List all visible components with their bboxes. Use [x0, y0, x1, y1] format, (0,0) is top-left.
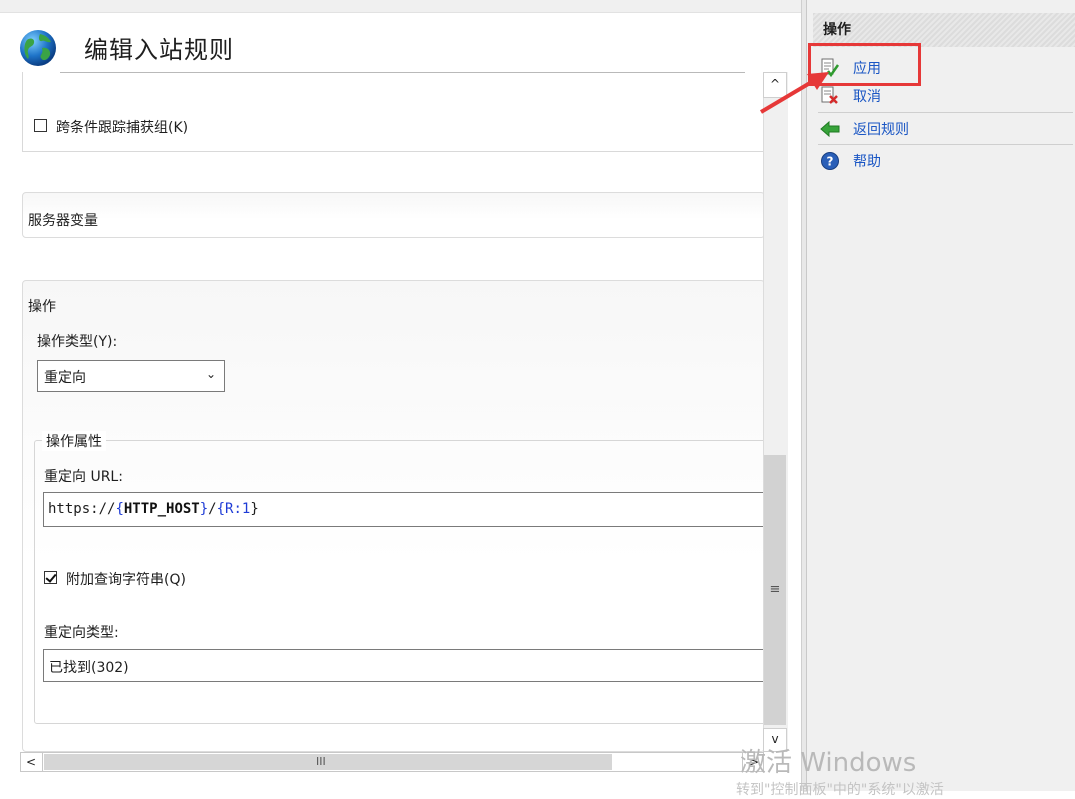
panel-border-bottom [22, 151, 763, 152]
annotation-arrow-icon [759, 72, 829, 114]
server-variables-section[interactable] [22, 192, 765, 238]
help-action[interactable]: ? 帮助 [818, 148, 1068, 174]
action-type-label: 操作类型(Y): [37, 334, 118, 350]
redirect-url-label: 重定向 URL: [44, 469, 123, 485]
scroll-grip-icon: ≡ [769, 582, 781, 597]
cancel-action[interactable]: 取消 [818, 83, 1068, 109]
back-arrow-icon [820, 120, 840, 138]
action-properties-legend: 操作属性 [42, 431, 106, 451]
help-icon: ? [821, 152, 839, 170]
track-captures-checkbox[interactable] [34, 119, 47, 132]
redirect-type-value: 已找到(302) [49, 660, 129, 676]
actions-pane-title: 操作 [823, 22, 851, 38]
top-strip [0, 0, 805, 13]
back-to-rules-action[interactable]: 返回规则 [818, 116, 1068, 142]
append-query-checkbox[interactable] [44, 571, 57, 584]
help-action-label: 帮助 [853, 154, 881, 170]
redirect-url-value: https://{HTTP_HOST}/{R:1} [48, 501, 259, 517]
activation-watermark-title: 激活 Windows [740, 748, 917, 778]
panel-border-left [22, 72, 23, 152]
action-type-select[interactable]: 重定向 ⌄ [37, 360, 225, 392]
redirect-type-select[interactable]: 已找到(302) [43, 649, 765, 682]
page-title: 编辑入站规则 [84, 36, 234, 64]
cancel-action-label: 取消 [853, 89, 881, 105]
scroll-left-button[interactable]: < [20, 752, 43, 772]
globe-icon [20, 30, 56, 66]
action-type-value: 重定向 [44, 370, 86, 386]
svg-text:?: ? [827, 155, 834, 169]
actions-separator [818, 144, 1073, 145]
back-to-rules-label: 返回规则 [853, 122, 909, 138]
append-query-label: 附加查询字符串(Q) [66, 572, 186, 588]
horizontal-scroll-thumb[interactable] [44, 754, 612, 770]
actions-pane-header [813, 13, 1075, 47]
redirect-url-input[interactable]: https://{HTTP_HOST}/{R:1} [43, 492, 765, 527]
title-divider [60, 72, 745, 73]
redirect-type-label: 重定向类型: [44, 625, 119, 641]
chevron-down-icon: ⌄ [205, 367, 216, 381]
scroll-grip-icon: III [316, 755, 326, 768]
action-section-title: 操作 [28, 299, 56, 315]
actions-separator [818, 112, 1073, 113]
server-variables-title: 服务器变量 [28, 213, 98, 229]
track-captures-label: 跨条件跟踪捕获组(K) [56, 120, 189, 136]
activation-watermark-subtitle: 转到"控制面板"中的"系统"以激活 [736, 782, 944, 798]
